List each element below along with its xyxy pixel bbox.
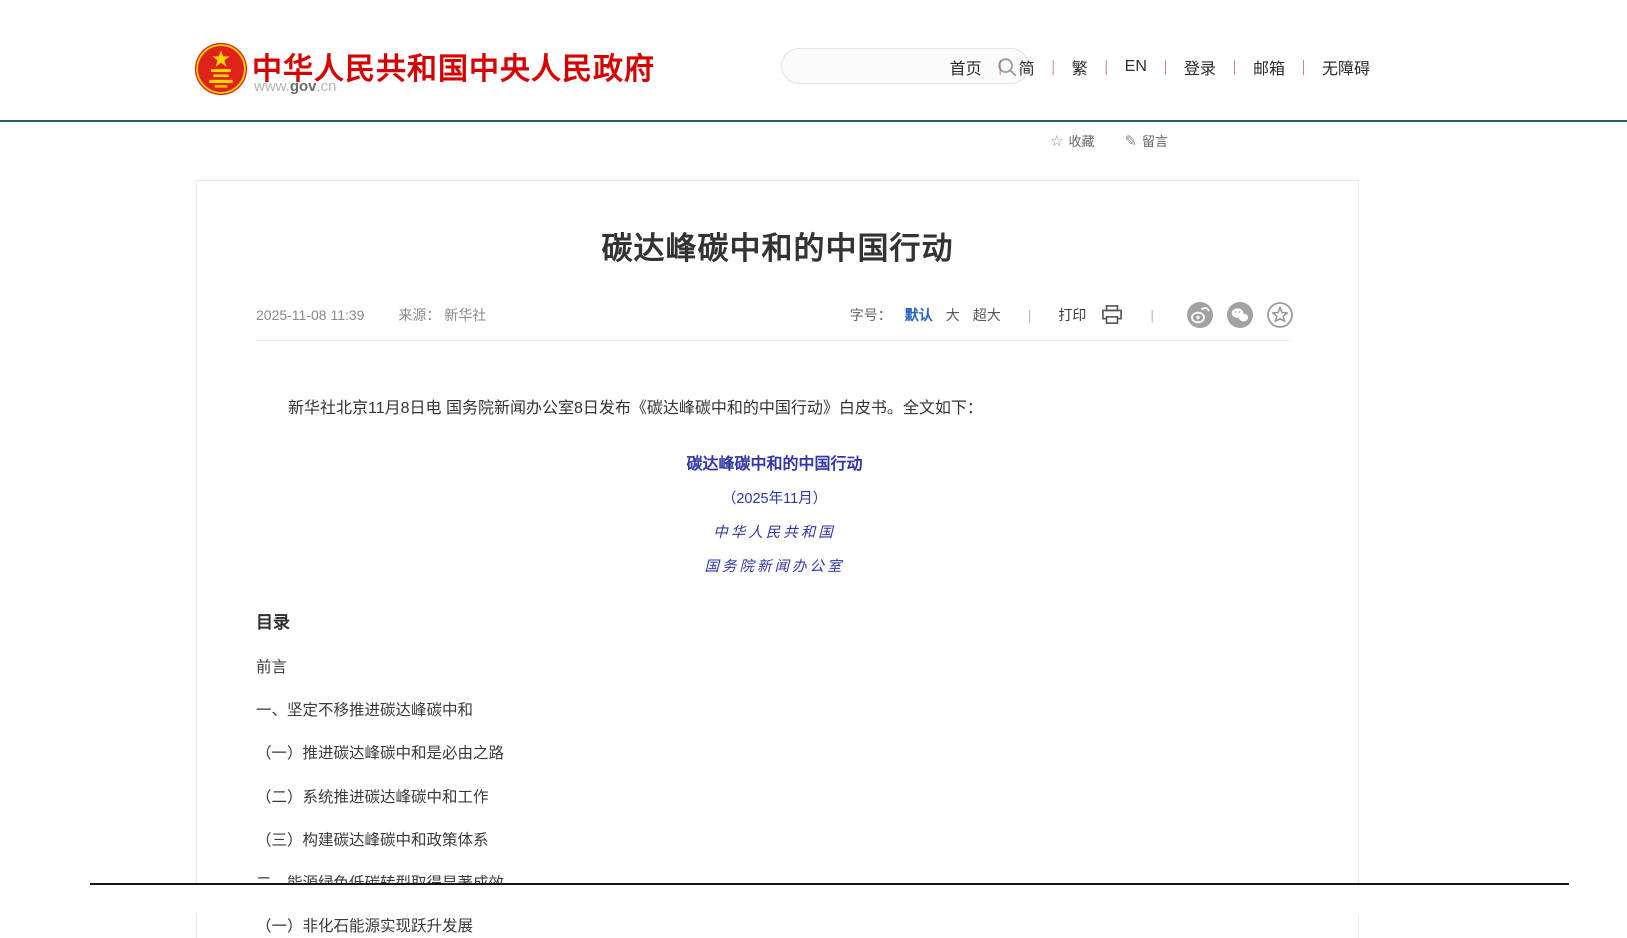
nav-item-traditional[interactable]: 繁 — [1072, 55, 1088, 79]
toc-item-section2-1: （一）非化石能源实现跃升发展 — [256, 919, 1293, 935]
weibo-icon[interactable] — [1187, 302, 1213, 328]
doc-org-line2: 国务院新闻办公室 — [256, 555, 1293, 576]
article-card: 碳达峰碳中和的中国行动 2025-11-08 11:39 来源： 新华社 字号：… — [196, 180, 1359, 938]
article-meta-right: 字号： 默认 大 超大 | 打印 | — [850, 302, 1293, 328]
wechat-icon[interactable] — [1227, 302, 1253, 328]
article-body: 新华社北京11月8日电 国务院新闻办公室8日发布《碳达峰碳中和的中国行动》白皮书… — [197, 399, 1358, 936]
printer-icon[interactable] — [1101, 305, 1123, 325]
meta-separator: | — [1014, 307, 1046, 323]
nav-item-mail[interactable]: 邮箱 — [1253, 55, 1285, 79]
site-url: www.gov.cn — [254, 78, 337, 95]
font-size-large-button[interactable]: 大 — [946, 305, 960, 325]
favorite-label: 收藏 — [1068, 131, 1094, 150]
site-header: 中华人民共和国中央人民政府 www.gov.cn 首页 ｜ 简 ｜ 繁 ｜ EN… — [0, 0, 1627, 120]
source-label: 来源： — [398, 307, 440, 323]
top-nav: 首页 ｜ 简 ｜ 繁 ｜ EN ｜ 登录 ｜ 邮箱 ｜ 无障碍 — [950, 55, 1370, 79]
header-divider-rule — [0, 120, 1627, 122]
page: 中华人民共和国中央人民政府 www.gov.cn 首页 ｜ 简 ｜ 繁 ｜ EN… — [0, 0, 1627, 915]
article-meta-left: 2025-11-08 11:39 来源： 新华社 — [256, 305, 486, 325]
site-url-cn: .cn — [317, 78, 337, 95]
meta-divider — [256, 340, 1293, 341]
font-size-label: 字号： — [850, 305, 892, 325]
doc-date: （2025年11月） — [256, 487, 1293, 508]
bottom-mask — [0, 885, 1627, 915]
print-button[interactable]: 打印 — [1058, 305, 1086, 325]
national-emblem-icon — [194, 42, 248, 96]
toc-item-preface: 前言 — [256, 660, 1293, 676]
meta-separator: | — [1136, 307, 1168, 323]
doc-title: 碳达峰碳中和的中国行动 — [256, 450, 1293, 474]
font-size-default-button[interactable]: 默认 — [905, 305, 933, 325]
toc-item-section1-3: （三）构建碳达峰碳中和政策体系 — [256, 833, 1293, 849]
source-value: 新华社 — [444, 307, 486, 323]
toc-item-section1-2: （二）系统推进碳达峰碳中和工作 — [256, 790, 1293, 806]
message-button[interactable]: ✎ 留言 — [1124, 131, 1168, 150]
nav-item-english[interactable]: EN — [1125, 58, 1147, 76]
intro-paragraph: 新华社北京11月8日电 国务院新闻办公室8日发布《碳达峰碳中和的中国行动》白皮书… — [256, 399, 1293, 420]
nav-separator: ｜ — [993, 57, 1008, 78]
nav-separator: ｜ — [1227, 57, 1242, 78]
share-icons — [1187, 302, 1293, 328]
toc-item-section1-1: （一）推进碳达峰碳中和是必由之路 — [256, 746, 1293, 762]
nav-separator: ｜ — [1099, 57, 1114, 78]
quickbar: ☆ 收藏 ✎ 留言 — [1050, 131, 1168, 150]
article-title: 碳达峰碳中和的中国行动 — [197, 223, 1358, 268]
article-meta-row: 2025-11-08 11:39 来源： 新华社 字号： 默认 大 超大 | 打… — [256, 302, 1293, 328]
nav-item-login[interactable]: 登录 — [1184, 55, 1216, 79]
star-icon: ☆ — [1050, 132, 1063, 150]
share-star-icon[interactable] — [1267, 302, 1293, 328]
nav-separator: ｜ — [1158, 57, 1173, 78]
site-url-www: www. — [254, 78, 290, 95]
nav-separator: ｜ — [1296, 57, 1311, 78]
article-date: 2025-11-08 11:39 — [256, 307, 364, 323]
bottom-rule — [90, 883, 1569, 885]
font-size-xlarge-button[interactable]: 超大 — [973, 305, 1001, 325]
message-label: 留言 — [1142, 131, 1168, 150]
nav-item-home[interactable]: 首页 — [950, 55, 982, 79]
toc-item-section1: 一、坚定不移推进碳达峰碳中和 — [256, 703, 1293, 719]
toc-heading: 目录 — [256, 608, 1293, 633]
nav-separator: ｜ — [1046, 57, 1061, 78]
nav-item-accessibility[interactable]: 无障碍 — [1322, 55, 1370, 79]
pen-icon: ✎ — [1124, 132, 1137, 150]
site-url-gov: gov — [290, 78, 317, 95]
doc-org-line1: 中华人民共和国 — [256, 521, 1293, 542]
favorite-button[interactable]: ☆ 收藏 — [1050, 131, 1094, 150]
nav-item-simplified[interactable]: 简 — [1019, 55, 1035, 79]
